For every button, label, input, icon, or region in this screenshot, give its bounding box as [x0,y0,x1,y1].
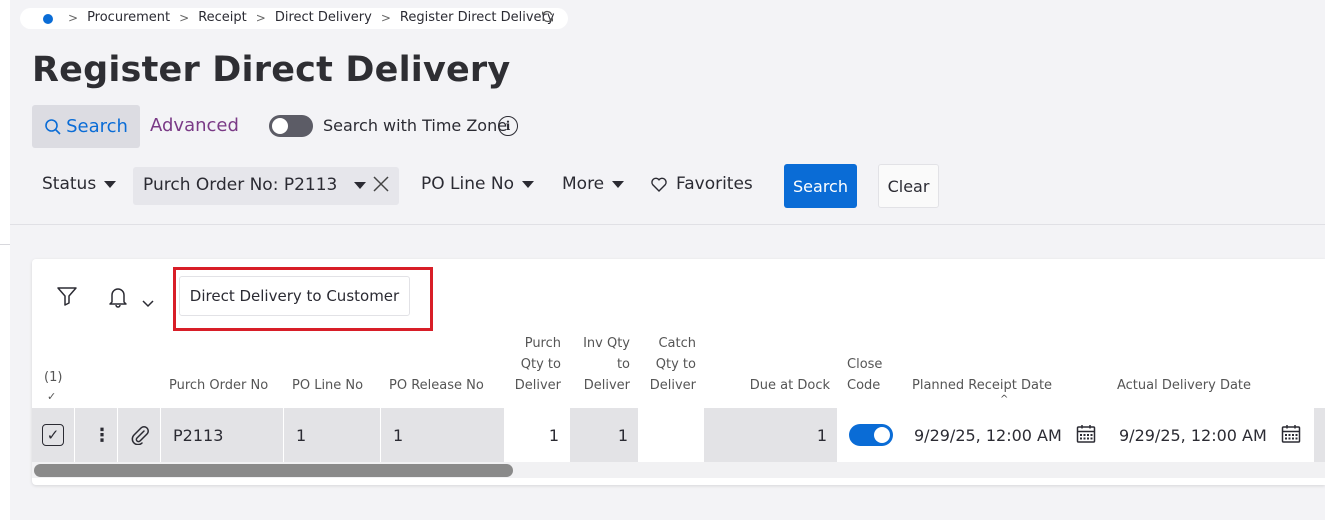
page: > Procurement > Receipt > Direct Deliver… [10,0,1325,520]
header-purch-order-no[interactable]: Purch Order No [169,375,268,396]
status-filter[interactable]: Status [42,174,117,194]
caret-down-icon[interactable] [354,182,366,189]
chevron-down-icon[interactable] [142,293,154,312]
row-attachment-cell[interactable] [118,408,160,462]
actual-delivery-date-value: 9/29/25, 12:00 AM [1119,425,1267,445]
header-planned-receipt-date[interactable]: Planned Receipt Date [912,375,1052,396]
info-icon[interactable]: i [498,116,518,136]
header-line: Code [847,378,881,393]
breadcrumb-item-direct-delivery[interactable]: Direct Delivery [275,10,372,25]
favorites-label: Favorites [676,174,753,194]
toggle-knob [874,427,890,443]
time-zone-toggle[interactable] [269,115,313,137]
header-po-line-no[interactable]: PO Line No [292,375,363,396]
header-po-release-no[interactable]: PO Release No [389,375,484,396]
advanced-mode-tab[interactable]: Advanced [150,115,239,136]
cell-catch-qty-to-deliver[interactable] [639,408,703,462]
caret-down-icon [104,180,117,188]
favorites-button[interactable]: Favorites [651,174,753,194]
clear-button[interactable]: Clear [878,164,939,208]
row-select-cell[interactable]: ✓ [32,408,74,462]
calendar-icon[interactable] [1076,424,1096,444]
time-zone-label: Search with Time Zone [323,116,508,135]
cell-purch-qty-to-deliver[interactable]: 1 [505,408,569,462]
close-icon[interactable] [373,173,389,197]
cell-po-line-no[interactable]: 1 [284,408,380,462]
header-line: Inv Qty [583,336,630,351]
po-line-filter-label: PO Line No [421,174,514,194]
cell-po-release-no[interactable]: 1 [381,408,504,462]
search-mode-tab[interactable]: Search [32,105,140,148]
caret-down-icon [612,180,625,188]
caret-down-icon [522,180,534,188]
more-filter[interactable]: More [562,174,625,194]
close-code-toggle[interactable] [849,424,893,446]
filter-funnel-icon[interactable] [56,285,78,311]
sort-ascending-icon[interactable]: ^ [1000,394,1008,405]
header-catch-qty-to-deliver[interactable]: Catch Qty to Deliver [650,333,696,396]
po-line-filter[interactable]: PO Line No [421,174,534,194]
cell-actual-delivery-date[interactable]: 9/29/25, 12:00 AM [1109,408,1313,462]
header-inv-qty-to-deliver[interactable]: Inv Qty to Deliver [583,333,630,396]
header-line: Purch [524,336,561,351]
breadcrumb-trail: > Procurement > Receipt > Direct Deliver… [68,10,564,25]
scrollbar-thumb[interactable] [34,464,513,477]
planned-receipt-date-value: 9/29/25, 12:00 AM [914,425,1062,445]
horizontal-scrollbar[interactable] [32,462,1325,478]
header-line: Close [847,357,883,372]
paperclip-icon[interactable] [130,425,150,445]
page-title: Register Direct Delivery [32,50,511,90]
chevron-right-icon: > [179,10,190,25]
breadcrumb-item-current: Register Direct Delivery [399,10,555,25]
cell-purch-order-no[interactable]: P2113 [161,408,283,462]
header-line: Qty to [520,357,561,372]
divider [0,244,10,245]
breadcrumb-item-receipt[interactable]: Receipt [198,10,247,25]
header-due-at-dock[interactable]: Due at Dock [750,375,830,396]
cell-planned-receipt-date[interactable]: 9/29/25, 12:00 AM [904,408,1108,462]
row-checkbox[interactable]: ✓ [42,424,64,446]
cell-next-column[interactable] [1314,408,1325,462]
heart-icon [651,177,667,192]
row-menu-cell[interactable]: ⋮ [75,408,117,462]
results-card: Direct Delivery to Customer (1) ✓ Purch … [32,259,1325,485]
header-close-code[interactable]: Close Code [847,354,882,396]
calendar-icon[interactable] [1281,424,1301,444]
search-icon [45,118,61,135]
header-line: Qty to [655,357,696,372]
chevron-right-icon: > [68,10,79,25]
chevron-right-icon: > [255,10,266,25]
header-purch-qty-to-deliver[interactable]: Purch Qty to Deliver [515,333,561,396]
table-row[interactable]: ✓ ⋮ P2113 1 1 1 1 1 9/29/25, 12:00 AM 9/… [32,408,1325,462]
select-all-check-icon[interactable]: ✓ [47,386,56,407]
search-button[interactable]: Search [784,164,857,208]
bell-icon[interactable] [108,286,128,312]
breadcrumb: > Procurement > Receipt > Direct Deliver… [20,8,568,29]
highlight-annotation [173,267,433,331]
status-filter-label: Status [42,174,97,194]
header-actual-delivery-date[interactable]: Actual Delivery Date [1117,375,1251,396]
cell-inv-qty-to-deliver[interactable]: 1 [570,408,638,462]
header-line: Deliver [514,378,561,393]
more-filter-label: More [562,174,605,194]
header-line: Catch [658,336,696,351]
search-mode-label: Search [66,116,128,137]
toggle-knob [272,118,288,134]
home-dot-icon[interactable] [43,14,53,24]
header-line: to [616,357,630,372]
refresh-icon[interactable] [541,10,554,27]
selection-count: (1) [44,370,63,385]
breadcrumb-item-procurement[interactable]: Procurement [87,10,170,25]
header-line: Deliver [649,378,696,393]
purch-order-filter-label[interactable]: Purch Order No: P2113 [143,175,337,195]
chevron-right-icon: > [380,10,391,25]
header-line: Deliver [583,378,630,393]
cell-close-code[interactable] [838,408,903,462]
divider [10,224,1325,225]
cell-due-at-dock[interactable]: 1 [704,408,837,462]
kebab-menu-icon[interactable]: ⋮ [93,425,111,446]
